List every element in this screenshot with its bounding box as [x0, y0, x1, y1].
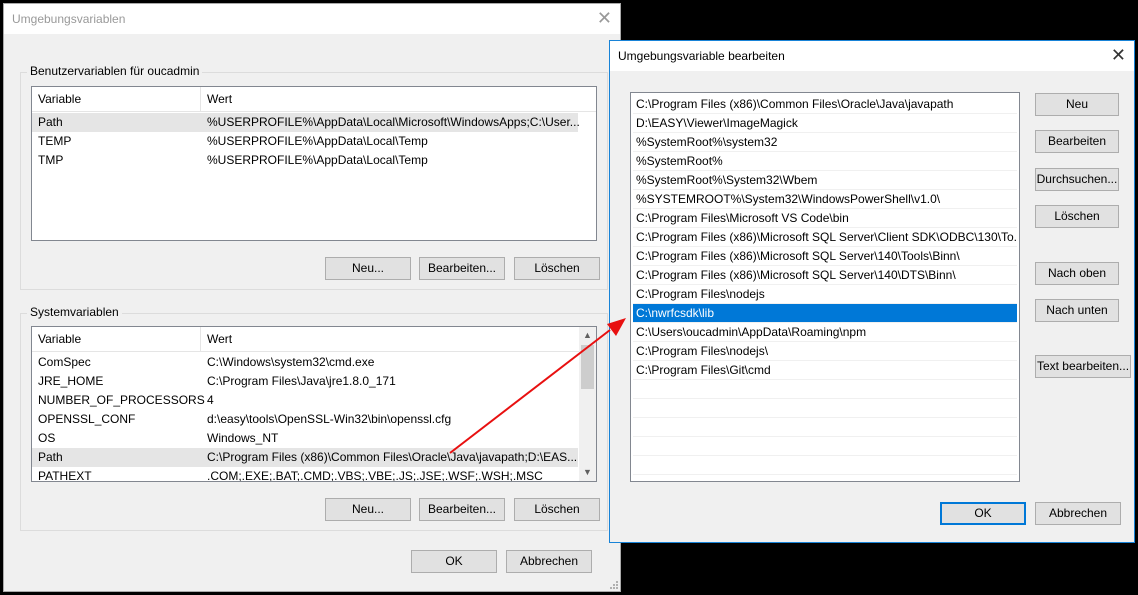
list-item[interactable]: C:\Program Files\Microsoft VS Code\bin [633, 209, 1017, 228]
empty-list-slot[interactable] [633, 380, 1017, 399]
row-value: C:\Program Files\Java\jre1.8.0_171 [207, 374, 396, 388]
table-row[interactable]: PATHEXT .COM;.EXE;.BAT;.CMD;.VBS;.VBE;.J… [32, 467, 578, 482]
row-variable: ComSpec [38, 355, 91, 369]
scroll-up-icon[interactable]: ▲ [579, 327, 596, 344]
user-edit-button[interactable]: Bearbeiten... [419, 257, 505, 280]
system-edit-button[interactable]: Bearbeiten... [419, 498, 505, 521]
move-down-button[interactable]: Nach unten [1035, 299, 1119, 322]
table-row[interactable]: Path %USERPROFILE%\AppData\Local\Microso… [32, 113, 580, 132]
user-delete-button[interactable]: Löschen [514, 257, 600, 280]
column-header-variable[interactable]: Variable [32, 87, 201, 111]
table-row[interactable]: ComSpec C:\Windows\system32\cmd.exe [32, 353, 578, 372]
system-delete-button[interactable]: Löschen [514, 498, 600, 521]
table-row[interactable]: JRE_HOME C:\Program Files\Java\jre1.8.0_… [32, 372, 578, 391]
list-item[interactable]: C:\Program Files\Git\cmd [633, 361, 1017, 380]
system-variables-label: Systemvariablen [27, 305, 122, 319]
empty-list-slot[interactable] [633, 399, 1017, 418]
list-item[interactable]: %SystemRoot%\system32 [633, 133, 1017, 152]
list-item[interactable]: C:\Program Files (x86)\Microsoft SQL Ser… [633, 266, 1017, 285]
row-variable: TMP [38, 153, 64, 167]
row-value: %USERPROFILE%\AppData\Local\Microsoft\Wi… [207, 115, 580, 129]
table-row[interactable]: OPENSSL_CONF d:\easy\tools\OpenSSL-Win32… [32, 410, 578, 429]
list-item-selected[interactable]: C:\nwrfcsdk\lib [633, 304, 1017, 323]
close-icon[interactable]: ✕ [1111, 46, 1126, 64]
row-value: C:\Program Files (x86)\Common Files\Orac… [207, 450, 578, 464]
row-value: %USERPROFILE%\AppData\Local\Temp [207, 153, 428, 167]
row-variable: OPENSSL_CONF [38, 412, 136, 426]
empty-list-slot[interactable] [633, 418, 1017, 437]
row-value: %USERPROFILE%\AppData\Local\Temp [207, 134, 428, 148]
edit-variable-dialog: Umgebungsvariable bearbeiten ✕ C:\Progra… [609, 40, 1135, 543]
table-row[interactable]: TEMP %USERPROFILE%\AppData\Local\Temp [32, 132, 578, 151]
table-row[interactable]: NUMBER_OF_PROCESSORS 4 [32, 391, 578, 410]
close-icon[interactable]: ✕ [597, 9, 612, 27]
row-value: .COM;.EXE;.BAT;.CMD;.VBS;.VBE;.JS;.JSE;.… [207, 469, 543, 482]
row-value: 4 [207, 393, 214, 407]
dialog-cancel-button[interactable]: Abbrechen [1035, 502, 1121, 525]
list-header: Variable Wert [32, 87, 596, 112]
list-item[interactable]: C:\Program Files (x86)\Microsoft SQL Ser… [633, 247, 1017, 266]
empty-list-slot[interactable] [633, 456, 1017, 475]
list-item[interactable]: %SystemRoot%\System32\Wbem [633, 171, 1017, 190]
row-variable: OS [38, 431, 56, 445]
column-header-value[interactable]: Wert [201, 87, 596, 111]
table-row[interactable]: TMP %USERPROFILE%\AppData\Local\Temp [32, 151, 578, 170]
title-bar: Umgebungsvariable bearbeiten ✕ [610, 41, 1134, 71]
row-value: C:\Windows\system32\cmd.exe [207, 355, 375, 369]
list-item[interactable]: %SystemRoot% [633, 152, 1017, 171]
move-up-button[interactable]: Nach oben [1035, 262, 1119, 285]
list-item[interactable]: %SYSTEMROOT%\System32\WindowsPowerShell\… [633, 190, 1017, 209]
edit-entry-button[interactable]: Bearbeiten [1035, 130, 1119, 153]
window-title: Umgebungsvariablen [12, 12, 126, 26]
list-item[interactable]: C:\Users\oucadmin\AppData\Roaming\npm [633, 323, 1017, 342]
main-ok-button[interactable]: OK [411, 550, 497, 573]
column-header-value[interactable]: Wert [201, 327, 596, 351]
dialog-title: Umgebungsvariable bearbeiten [618, 49, 785, 63]
delete-entry-button[interactable]: Löschen [1035, 205, 1119, 228]
main-cancel-button[interactable]: Abbrechen [506, 550, 592, 573]
list-header: Variable Wert [32, 327, 596, 352]
resize-grip-icon[interactable] [608, 579, 618, 589]
row-variable: NUMBER_OF_PROCESSORS [38, 393, 205, 407]
list-item[interactable]: C:\Program Files\nodejs [633, 285, 1017, 304]
user-variables-list[interactable]: Variable Wert Path %USERPROFILE%\AppData… [31, 86, 597, 241]
system-list-scrollbar[interactable]: ▲ ▼ [579, 327, 596, 481]
row-variable: Path [38, 450, 63, 464]
user-variables-group: Benutzervariablen für oucadmin Variable … [20, 64, 608, 290]
row-variable: TEMP [38, 134, 72, 148]
column-header-variable[interactable]: Variable [32, 327, 201, 351]
scroll-thumb[interactable] [581, 345, 594, 389]
browse-button[interactable]: Durchsuchen... [1035, 168, 1119, 191]
empty-list-slot[interactable] [633, 437, 1017, 456]
system-variables-group: Systemvariablen Variable Wert ComSpec C:… [20, 305, 608, 531]
system-variables-list[interactable]: Variable Wert ComSpec C:\Windows\system3… [31, 326, 597, 482]
table-row[interactable]: OS Windows_NT [32, 429, 578, 448]
user-new-button[interactable]: Neu... [325, 257, 411, 280]
edit-text-button[interactable]: Text bearbeiten... [1035, 355, 1131, 378]
row-value: Windows_NT [207, 431, 279, 445]
row-variable: JRE_HOME [38, 374, 104, 388]
user-variables-label: Benutzervariablen für oucadmin [27, 64, 203, 78]
row-variable: Path [38, 115, 63, 129]
list-item[interactable]: C:\Program Files (x86)\Common Files\Orac… [633, 95, 1017, 114]
path-entries-list[interactable]: C:\Program Files (x86)\Common Files\Orac… [630, 92, 1020, 482]
row-variable: PATHEXT [38, 469, 92, 482]
system-new-button[interactable]: Neu... [325, 498, 411, 521]
environment-variables-window: Umgebungsvariablen ✕ Benutzervariablen f… [3, 3, 621, 592]
list-item[interactable]: C:\Program Files (x86)\Microsoft SQL Ser… [633, 228, 1017, 247]
new-entry-button[interactable]: Neu [1035, 93, 1119, 116]
row-value: d:\easy\tools\OpenSSL-Win32\bin\openssl.… [207, 412, 452, 426]
list-item[interactable]: D:\EASY\Viewer\ImageMagick [633, 114, 1017, 133]
title-bar: Umgebungsvariablen ✕ [4, 4, 620, 34]
scroll-down-icon[interactable]: ▼ [579, 464, 596, 481]
list-item[interactable]: C:\Program Files\nodejs\ [633, 342, 1017, 361]
dialog-ok-button[interactable]: OK [940, 502, 1026, 525]
table-row[interactable]: Path C:\Program Files (x86)\Common Files… [32, 448, 578, 467]
